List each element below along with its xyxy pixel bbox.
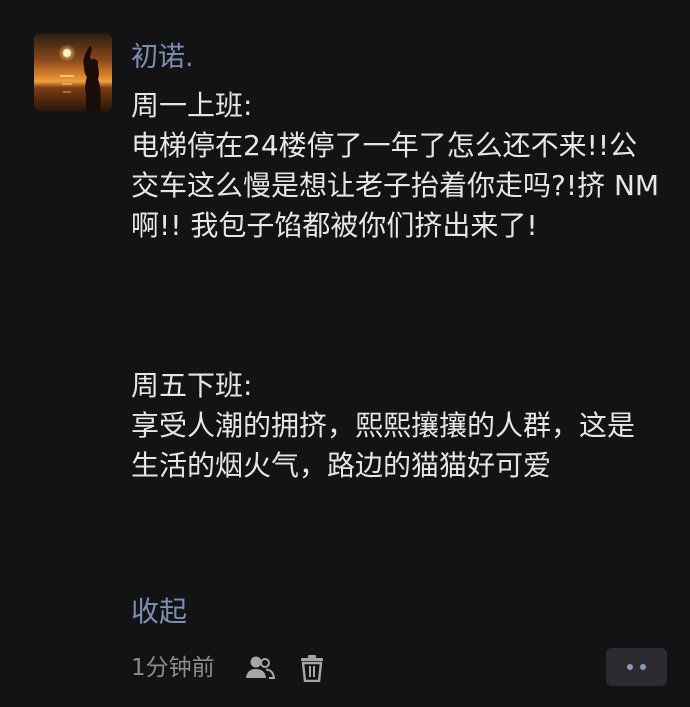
- post-text: 周一上班: 电梯停在24楼停了一年了怎么还不来!!公交车这么慢是想让老子抬着你走…: [131, 89, 660, 482]
- collapse-link[interactable]: 收起: [131, 592, 187, 632]
- more-button[interactable]: [606, 648, 667, 686]
- username[interactable]: 初诺.: [131, 40, 194, 76]
- people-icon[interactable]: [245, 654, 275, 682]
- trash-icon[interactable]: [299, 654, 325, 682]
- more-dots-icon: [627, 664, 646, 670]
- sunset-photo-avatar: [34, 33, 112, 111]
- timestamp: 1分钟前: [131, 655, 215, 681]
- post-meta-row: 1分钟前: [131, 648, 671, 688]
- avatar[interactable]: [34, 33, 112, 111]
